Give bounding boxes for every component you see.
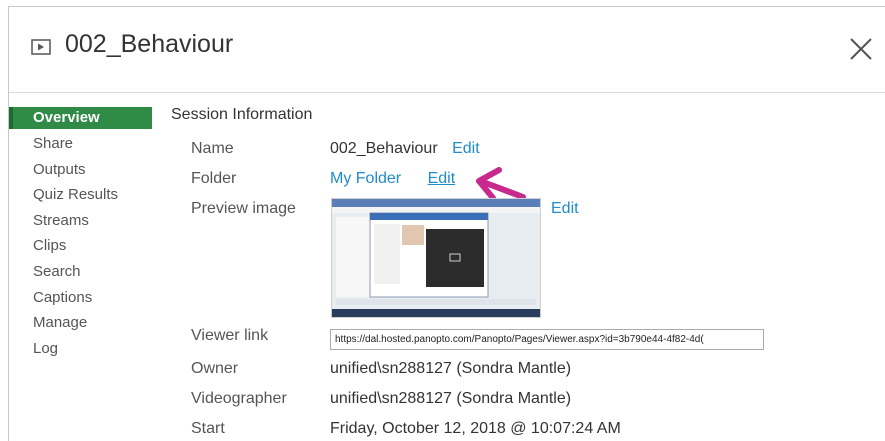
- video-icon: [31, 39, 51, 55]
- start-value: Friday, October 12, 2018 @ 10:07:24 AM: [330, 420, 621, 437]
- folder-link[interactable]: My Folder: [330, 170, 401, 187]
- close-icon[interactable]: [849, 37, 873, 61]
- owner-value: unified\sn288127 (Sondra Mantle): [330, 360, 572, 377]
- sidebar-item-manage[interactable]: Manage: [9, 310, 152, 336]
- folder-label: Folder: [191, 170, 237, 187]
- viewer-link-field[interactable]: https://dal.hosted.panopto.com/Panopto/P…: [330, 329, 764, 350]
- page-title: 002_Behaviour: [65, 30, 234, 58]
- viewer-link-label: Viewer link: [191, 327, 269, 344]
- sidebar-item-share[interactable]: Share: [9, 131, 152, 157]
- name-label: Name: [191, 140, 234, 157]
- preview-edit-link[interactable]: Edit: [551, 200, 579, 217]
- sidebar-item-streams[interactable]: Streams: [9, 208, 152, 234]
- dialog-header: 002_Behaviour: [9, 7, 885, 93]
- sidebar-item-captions[interactable]: Captions: [9, 285, 152, 311]
- section-title: Session Information: [171, 106, 313, 123]
- folder-row: My Folder Edit: [330, 170, 455, 188]
- videographer-value: unified\sn288127 (Sondra Mantle): [330, 390, 572, 407]
- name-value: 002_Behaviour: [330, 140, 438, 157]
- sidebar-item-clips[interactable]: Clips: [9, 233, 152, 259]
- folder-edit-link[interactable]: Edit: [428, 170, 456, 187]
- start-label: Start: [191, 420, 225, 437]
- preview-edit-row: Edit: [551, 200, 579, 218]
- preview-image-label: Preview image: [191, 200, 296, 217]
- preview-image[interactable]: [331, 198, 541, 318]
- sidebar-item-overview[interactable]: Overview: [9, 107, 152, 129]
- sidebar-item-search[interactable]: Search: [9, 259, 152, 285]
- session-dialog: 002_Behaviour Overview Share Outputs Qui…: [8, 6, 885, 441]
- name-row: 002_Behaviour Edit: [330, 140, 480, 158]
- name-edit-link[interactable]: Edit: [452, 140, 480, 157]
- sidebar-item-quiz-results[interactable]: Quiz Results: [9, 182, 152, 208]
- preview-thumbnail-icon: [332, 199, 540, 317]
- sidebar-item-log[interactable]: Log: [9, 336, 152, 362]
- owner-label: Owner: [191, 360, 239, 377]
- sidebar-item-outputs[interactable]: Outputs: [9, 157, 152, 183]
- videographer-label: Videographer: [191, 390, 287, 407]
- sidebar-nav: Overview Share Outputs Quiz Results Stre…: [9, 107, 152, 361]
